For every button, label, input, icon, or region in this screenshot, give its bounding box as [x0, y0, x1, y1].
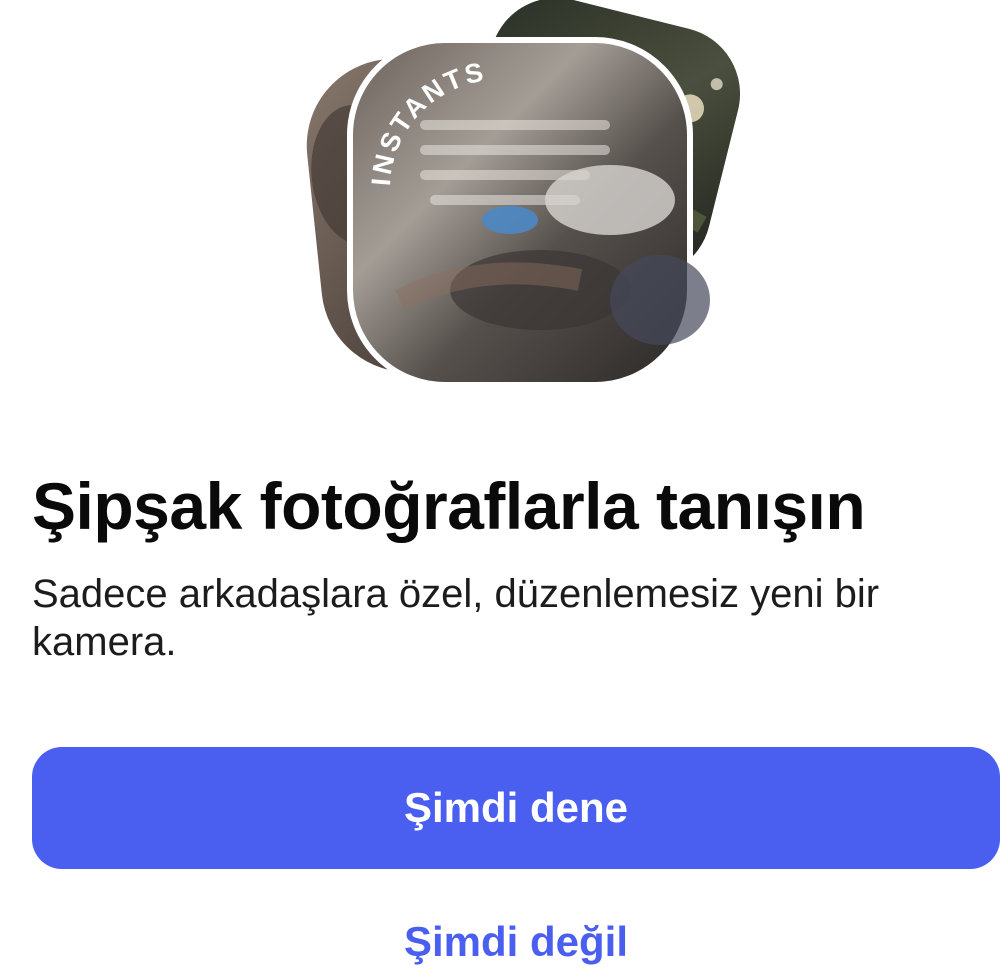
not-now-button[interactable]: Şimdi değil [32, 912, 1000, 972]
photo-card-front [347, 37, 710, 388]
page-subtitle: Sadece arkadaşlara özel, düzenlemesiz ye… [32, 572, 880, 664]
try-now-button[interactable]: Şimdi dene [32, 747, 1000, 869]
instants-photo-stack-illustration: INSTANTS [300, 0, 747, 388]
page-title: Şipşak fotoğraflarla tanışın [32, 469, 866, 543]
instants-photo-stack: INSTANTS [280, 0, 760, 400]
